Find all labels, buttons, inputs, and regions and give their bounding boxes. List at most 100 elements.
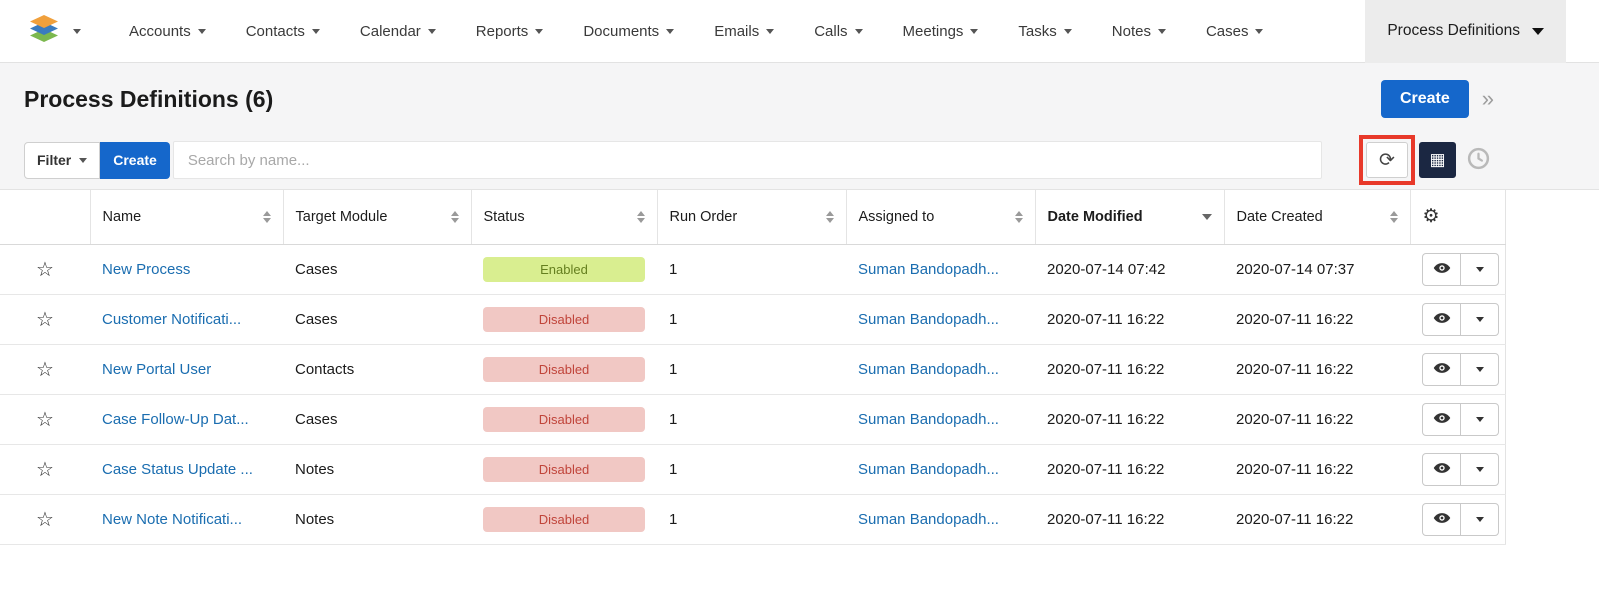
favorite-star-icon[interactable]: ☆: [36, 309, 54, 331]
run-order-cell: 1: [657, 444, 846, 494]
preview-eye-button[interactable]: [1422, 303, 1461, 336]
refresh-button[interactable]: ⟳: [1366, 142, 1408, 178]
nav-item-cases[interactable]: Cases: [1206, 23, 1264, 40]
nav-item-contacts[interactable]: Contacts: [246, 23, 320, 40]
table-row: ☆ New Note Notificati... Notes Disabled …: [0, 494, 1505, 544]
row-actions-dropdown-button[interactable]: [1460, 353, 1499, 386]
target-module-cell: Notes: [283, 444, 471, 494]
grid-view-button[interactable]: ▦: [1419, 142, 1456, 178]
logo-caret-icon: [73, 29, 81, 34]
filter-label: Filter: [37, 152, 71, 168]
nav-item-reports[interactable]: Reports: [476, 23, 544, 40]
column-header-target-module[interactable]: Target Module: [283, 190, 471, 244]
column-settings-header: ⚙: [1410, 190, 1505, 244]
grid-icon: ▦: [1429, 150, 1445, 170]
refresh-icon: ⟳: [1379, 149, 1395, 172]
column-header-run-order[interactable]: Run Order: [657, 190, 846, 244]
nav-item-tasks[interactable]: Tasks: [1018, 23, 1071, 40]
nav-item-process-definitions-active[interactable]: Process Definitions: [1365, 0, 1566, 63]
column-label: Date Created: [1237, 209, 1323, 225]
title-row: Process Definitions (6) Create »: [24, 80, 1494, 118]
active-tab-label: Process Definitions: [1387, 22, 1520, 40]
favorite-star-icon[interactable]: ☆: [36, 509, 54, 531]
filter-dropdown-button[interactable]: Filter: [24, 142, 100, 179]
record-name-link[interactable]: Case Follow-Up Dat...: [102, 411, 249, 428]
assigned-to-link[interactable]: Suman Bandopadh...: [858, 511, 999, 528]
date-modified-cell: 2020-07-11 16:22: [1035, 344, 1224, 394]
column-header-name[interactable]: Name: [90, 190, 283, 244]
record-name-link[interactable]: New Note Notificati...: [102, 511, 242, 528]
status-badge: Enabled: [483, 257, 645, 282]
date-modified-cell: 2020-07-14 07:42: [1035, 244, 1224, 294]
favorite-star-icon[interactable]: ☆: [36, 259, 54, 281]
column-header-status[interactable]: Status: [471, 190, 657, 244]
chevron-down-icon: [1476, 317, 1484, 322]
record-name-link[interactable]: Case Status Update ...: [102, 461, 253, 478]
nav-item-meetings[interactable]: Meetings: [903, 23, 979, 40]
sort-desc-icon: [1202, 214, 1212, 220]
nav-item-notes[interactable]: Notes: [1112, 23, 1166, 40]
nav-item-calendar[interactable]: Calendar: [360, 23, 436, 40]
process-definitions-table: Name Target Module Status Run Order Assi…: [0, 190, 1506, 545]
preview-eye-button[interactable]: [1422, 353, 1461, 386]
assigned-to-link[interactable]: Suman Bandopadh...: [858, 361, 999, 378]
red-highlight-box: ⟳: [1359, 135, 1415, 185]
column-header-assigned-to[interactable]: Assigned to: [846, 190, 1035, 244]
record-name-link[interactable]: New Portal User: [102, 361, 211, 378]
favorite-star-icon[interactable]: ☆: [36, 359, 54, 381]
search-input[interactable]: [173, 141, 1322, 179]
create-record-button[interactable]: Create: [1381, 80, 1469, 118]
more-chevrons-icon[interactable]: »: [1482, 88, 1494, 110]
nav-item-label: Documents: [583, 23, 659, 40]
assigned-to-link[interactable]: Suman Bandopadh...: [858, 461, 999, 478]
row-actions-dropdown-button[interactable]: [1460, 503, 1499, 536]
nav-item-emails[interactable]: Emails: [714, 23, 774, 40]
favorite-star-icon[interactable]: ☆: [36, 409, 54, 431]
favorite-star-icon[interactable]: ☆: [36, 459, 54, 481]
nav-item-calls[interactable]: Calls: [814, 23, 862, 40]
preview-eye-button[interactable]: [1422, 253, 1461, 286]
top-nav: Accounts Contacts Calendar Reports Docum…: [0, 0, 1599, 63]
row-actions-dropdown-button[interactable]: [1460, 303, 1499, 336]
nav-item-documents[interactable]: Documents: [583, 23, 674, 40]
app-logo[interactable]: [24, 13, 81, 50]
status-badge: Disabled: [483, 507, 645, 532]
preview-eye-button[interactable]: [1422, 403, 1461, 436]
assigned-to-link[interactable]: Suman Bandopadh...: [858, 411, 999, 428]
clock-icon: [1466, 146, 1491, 174]
assigned-to-link[interactable]: Suman Bandopadh...: [858, 311, 999, 328]
row-actions-dropdown-button[interactable]: [1460, 403, 1499, 436]
status-badge: Disabled: [483, 307, 645, 332]
toolbar-right-buttons: ⟳ ▦: [1359, 135, 1494, 185]
row-actions-dropdown-button[interactable]: [1460, 453, 1499, 486]
chevron-down-icon: [79, 158, 87, 163]
chevron-down-icon: [1064, 29, 1072, 34]
column-label: Assigned to: [859, 209, 935, 225]
column-label: Date Modified: [1048, 209, 1143, 225]
chevron-down-icon: [1532, 28, 1544, 35]
nav-item-label: Contacts: [246, 23, 305, 40]
record-name-link[interactable]: New Process: [102, 261, 190, 278]
column-label: Run Order: [670, 209, 738, 225]
filter-create-button[interactable]: Create: [100, 142, 170, 179]
recently-viewed-clock-button[interactable]: [1462, 144, 1494, 176]
chevron-down-icon: [198, 29, 206, 34]
preview-eye-button[interactable]: [1422, 503, 1461, 536]
column-label: Name: [103, 209, 142, 225]
nav-item-label: Emails: [714, 23, 759, 40]
assigned-to-link[interactable]: Suman Bandopadh...: [858, 261, 999, 278]
nav-item-accounts[interactable]: Accounts: [129, 23, 206, 40]
eye-icon: [1433, 259, 1451, 280]
record-name-link[interactable]: Customer Notificati...: [102, 311, 241, 328]
chevron-down-icon: [666, 29, 674, 34]
target-module-cell: Notes: [283, 494, 471, 544]
column-header-date-created[interactable]: Date Created: [1224, 190, 1410, 244]
chevron-down-icon: [1476, 467, 1484, 472]
column-header-date-modified[interactable]: Date Modified: [1035, 190, 1224, 244]
preview-eye-button[interactable]: [1422, 453, 1461, 486]
chevron-down-icon: [855, 29, 863, 34]
nav-item-label: Calendar: [360, 23, 421, 40]
table-row: ☆ Case Status Update ... Notes Disabled …: [0, 444, 1505, 494]
row-actions-dropdown-button[interactable]: [1460, 253, 1499, 286]
gear-icon[interactable]: ⚙: [1423, 206, 1440, 227]
